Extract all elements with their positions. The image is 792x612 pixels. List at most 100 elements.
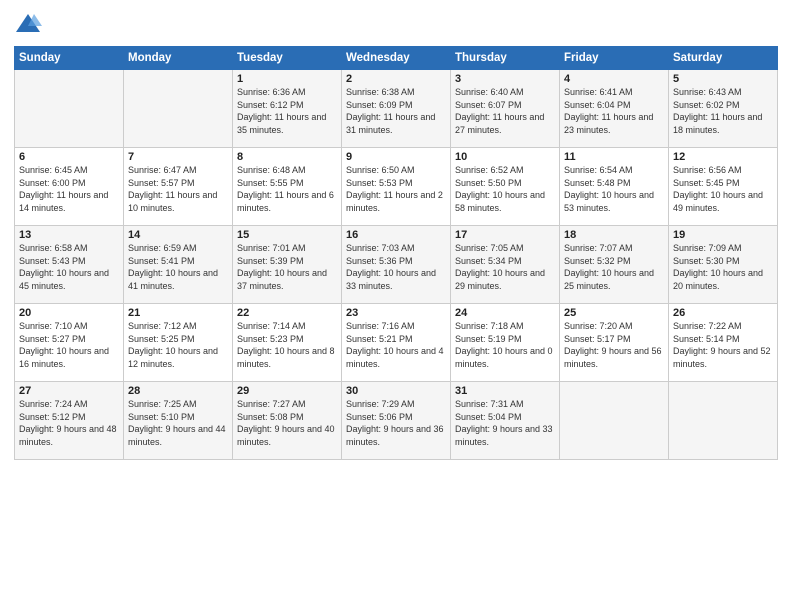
cell-content: Sunrise: 7:29 AMSunset: 5:06 PMDaylight:… xyxy=(346,398,446,448)
calendar-cell: 18Sunrise: 7:07 AMSunset: 5:32 PMDayligh… xyxy=(560,226,669,304)
cell-content: Sunrise: 6:54 AMSunset: 5:48 PMDaylight:… xyxy=(564,164,664,214)
calendar-cell xyxy=(560,382,669,460)
day-number: 27 xyxy=(19,385,119,397)
logo-icon xyxy=(14,10,42,38)
col-header-sunday: Sunday xyxy=(15,47,124,70)
day-number: 5 xyxy=(673,73,773,85)
calendar-cell: 31Sunrise: 7:31 AMSunset: 5:04 PMDayligh… xyxy=(451,382,560,460)
cell-content: Sunrise: 6:50 AMSunset: 5:53 PMDaylight:… xyxy=(346,164,446,214)
logo xyxy=(14,10,45,38)
day-number: 3 xyxy=(455,73,555,85)
cell-content: Sunrise: 7:22 AMSunset: 5:14 PMDaylight:… xyxy=(673,320,773,370)
cell-content: Sunrise: 6:41 AMSunset: 6:04 PMDaylight:… xyxy=(564,86,664,136)
day-number: 19 xyxy=(673,229,773,241)
calendar-cell: 7Sunrise: 6:47 AMSunset: 5:57 PMDaylight… xyxy=(124,148,233,226)
day-number: 16 xyxy=(346,229,446,241)
calendar-cell: 24Sunrise: 7:18 AMSunset: 5:19 PMDayligh… xyxy=(451,304,560,382)
calendar-cell: 4Sunrise: 6:41 AMSunset: 6:04 PMDaylight… xyxy=(560,70,669,148)
calendar-cell: 20Sunrise: 7:10 AMSunset: 5:27 PMDayligh… xyxy=(15,304,124,382)
day-number: 1 xyxy=(237,73,337,85)
day-number: 28 xyxy=(128,385,228,397)
cell-content: Sunrise: 6:59 AMSunset: 5:41 PMDaylight:… xyxy=(128,242,228,292)
calendar-table: SundayMondayTuesdayWednesdayThursdayFrid… xyxy=(14,46,778,460)
calendar-cell: 27Sunrise: 7:24 AMSunset: 5:12 PMDayligh… xyxy=(15,382,124,460)
col-header-wednesday: Wednesday xyxy=(342,47,451,70)
week-row-4: 20Sunrise: 7:10 AMSunset: 5:27 PMDayligh… xyxy=(15,304,778,382)
day-number: 22 xyxy=(237,307,337,319)
calendar-cell: 28Sunrise: 7:25 AMSunset: 5:10 PMDayligh… xyxy=(124,382,233,460)
cell-content: Sunrise: 7:24 AMSunset: 5:12 PMDaylight:… xyxy=(19,398,119,448)
calendar-cell: 14Sunrise: 6:59 AMSunset: 5:41 PMDayligh… xyxy=(124,226,233,304)
cell-content: Sunrise: 7:10 AMSunset: 5:27 PMDaylight:… xyxy=(19,320,119,370)
cell-content: Sunrise: 7:05 AMSunset: 5:34 PMDaylight:… xyxy=(455,242,555,292)
calendar-cell: 1Sunrise: 6:36 AMSunset: 6:12 PMDaylight… xyxy=(233,70,342,148)
calendar-cell: 19Sunrise: 7:09 AMSunset: 5:30 PMDayligh… xyxy=(669,226,778,304)
day-number: 29 xyxy=(237,385,337,397)
cell-content: Sunrise: 6:40 AMSunset: 6:07 PMDaylight:… xyxy=(455,86,555,136)
header-row: SundayMondayTuesdayWednesdayThursdayFrid… xyxy=(15,47,778,70)
cell-content: Sunrise: 6:56 AMSunset: 5:45 PMDaylight:… xyxy=(673,164,773,214)
calendar-cell xyxy=(15,70,124,148)
header xyxy=(14,10,778,38)
day-number: 2 xyxy=(346,73,446,85)
calendar-cell: 26Sunrise: 7:22 AMSunset: 5:14 PMDayligh… xyxy=(669,304,778,382)
col-header-thursday: Thursday xyxy=(451,47,560,70)
calendar-cell: 23Sunrise: 7:16 AMSunset: 5:21 PMDayligh… xyxy=(342,304,451,382)
day-number: 4 xyxy=(564,73,664,85)
day-number: 18 xyxy=(564,229,664,241)
calendar-cell: 8Sunrise: 6:48 AMSunset: 5:55 PMDaylight… xyxy=(233,148,342,226)
cell-content: Sunrise: 7:01 AMSunset: 5:39 PMDaylight:… xyxy=(237,242,337,292)
day-number: 7 xyxy=(128,151,228,163)
calendar-cell xyxy=(669,382,778,460)
col-header-tuesday: Tuesday xyxy=(233,47,342,70)
calendar-cell: 17Sunrise: 7:05 AMSunset: 5:34 PMDayligh… xyxy=(451,226,560,304)
cell-content: Sunrise: 7:25 AMSunset: 5:10 PMDaylight:… xyxy=(128,398,228,448)
col-header-monday: Monday xyxy=(124,47,233,70)
cell-content: Sunrise: 6:48 AMSunset: 5:55 PMDaylight:… xyxy=(237,164,337,214)
day-number: 23 xyxy=(346,307,446,319)
calendar-cell: 11Sunrise: 6:54 AMSunset: 5:48 PMDayligh… xyxy=(560,148,669,226)
day-number: 21 xyxy=(128,307,228,319)
day-number: 8 xyxy=(237,151,337,163)
calendar-cell: 9Sunrise: 6:50 AMSunset: 5:53 PMDaylight… xyxy=(342,148,451,226)
calendar-cell xyxy=(124,70,233,148)
day-number: 30 xyxy=(346,385,446,397)
day-number: 13 xyxy=(19,229,119,241)
day-number: 26 xyxy=(673,307,773,319)
cell-content: Sunrise: 6:38 AMSunset: 6:09 PMDaylight:… xyxy=(346,86,446,136)
cell-content: Sunrise: 7:12 AMSunset: 5:25 PMDaylight:… xyxy=(128,320,228,370)
calendar-cell: 25Sunrise: 7:20 AMSunset: 5:17 PMDayligh… xyxy=(560,304,669,382)
cell-content: Sunrise: 7:07 AMSunset: 5:32 PMDaylight:… xyxy=(564,242,664,292)
day-number: 11 xyxy=(564,151,664,163)
cell-content: Sunrise: 6:52 AMSunset: 5:50 PMDaylight:… xyxy=(455,164,555,214)
day-number: 31 xyxy=(455,385,555,397)
page: SundayMondayTuesdayWednesdayThursdayFrid… xyxy=(0,0,792,612)
cell-content: Sunrise: 7:31 AMSunset: 5:04 PMDaylight:… xyxy=(455,398,555,448)
calendar-cell: 29Sunrise: 7:27 AMSunset: 5:08 PMDayligh… xyxy=(233,382,342,460)
day-number: 6 xyxy=(19,151,119,163)
week-row-3: 13Sunrise: 6:58 AMSunset: 5:43 PMDayligh… xyxy=(15,226,778,304)
calendar-cell: 5Sunrise: 6:43 AMSunset: 6:02 PMDaylight… xyxy=(669,70,778,148)
calendar-cell: 22Sunrise: 7:14 AMSunset: 5:23 PMDayligh… xyxy=(233,304,342,382)
week-row-5: 27Sunrise: 7:24 AMSunset: 5:12 PMDayligh… xyxy=(15,382,778,460)
week-row-2: 6Sunrise: 6:45 AMSunset: 6:00 PMDaylight… xyxy=(15,148,778,226)
calendar-cell: 3Sunrise: 6:40 AMSunset: 6:07 PMDaylight… xyxy=(451,70,560,148)
day-number: 15 xyxy=(237,229,337,241)
cell-content: Sunrise: 7:18 AMSunset: 5:19 PMDaylight:… xyxy=(455,320,555,370)
calendar-cell: 21Sunrise: 7:12 AMSunset: 5:25 PMDayligh… xyxy=(124,304,233,382)
cell-content: Sunrise: 6:36 AMSunset: 6:12 PMDaylight:… xyxy=(237,86,337,136)
day-number: 24 xyxy=(455,307,555,319)
cell-content: Sunrise: 7:14 AMSunset: 5:23 PMDaylight:… xyxy=(237,320,337,370)
calendar-cell: 30Sunrise: 7:29 AMSunset: 5:06 PMDayligh… xyxy=(342,382,451,460)
day-number: 25 xyxy=(564,307,664,319)
calendar-cell: 12Sunrise: 6:56 AMSunset: 5:45 PMDayligh… xyxy=(669,148,778,226)
cell-content: Sunrise: 7:09 AMSunset: 5:30 PMDaylight:… xyxy=(673,242,773,292)
day-number: 10 xyxy=(455,151,555,163)
calendar-cell: 10Sunrise: 6:52 AMSunset: 5:50 PMDayligh… xyxy=(451,148,560,226)
cell-content: Sunrise: 6:43 AMSunset: 6:02 PMDaylight:… xyxy=(673,86,773,136)
calendar-cell: 6Sunrise: 6:45 AMSunset: 6:00 PMDaylight… xyxy=(15,148,124,226)
cell-content: Sunrise: 7:20 AMSunset: 5:17 PMDaylight:… xyxy=(564,320,664,370)
calendar-cell: 2Sunrise: 6:38 AMSunset: 6:09 PMDaylight… xyxy=(342,70,451,148)
col-header-saturday: Saturday xyxy=(669,47,778,70)
col-header-friday: Friday xyxy=(560,47,669,70)
